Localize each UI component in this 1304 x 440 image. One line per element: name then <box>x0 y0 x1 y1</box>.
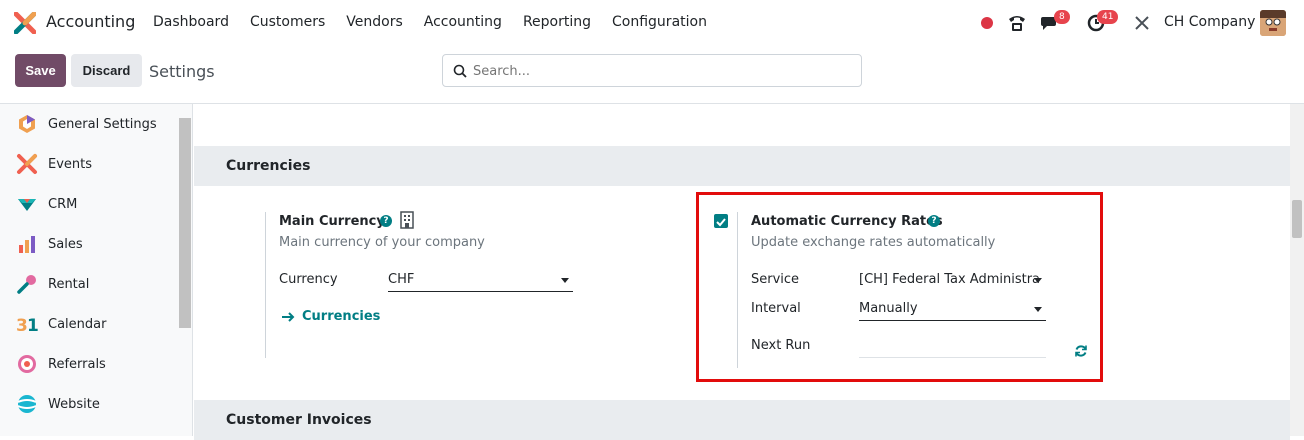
currency-label: Currency <box>279 272 338 287</box>
highlight-box <box>696 192 1103 382</box>
phone-icon[interactable] <box>1007 13 1027 33</box>
section-title: Customer Invoices <box>226 412 372 428</box>
customer-invoices-section-header: Customer Invoices <box>194 400 1290 440</box>
sidebar-item-label: CRM <box>48 196 78 212</box>
menu-dashboard[interactable]: Dashboard <box>153 14 229 30</box>
main-currency-title: Main Currency <box>279 214 385 229</box>
sidebar-item-label: Website <box>48 396 100 412</box>
discard-button[interactable]: Discard <box>71 54 142 87</box>
page-title: Settings <box>149 62 215 81</box>
svg-text:1: 1 <box>27 316 38 335</box>
messages-badge: 8 <box>1054 10 1070 24</box>
settings-search[interactable] <box>442 54 862 87</box>
sidebar-item-label: General Settings <box>48 116 157 132</box>
activities-badge: 41 <box>1097 10 1119 24</box>
company-switcher[interactable]: CH Company <box>1164 14 1255 30</box>
currencies-link-label: Currencies <box>302 309 381 324</box>
sidebar-item-label: Events <box>48 156 93 172</box>
sidebar-item-website[interactable]: Website <box>0 384 178 424</box>
menu-customers[interactable]: Customers <box>250 14 325 30</box>
sidebar-item-label: Sales <box>48 236 83 252</box>
sidebar-item-label: Rental <box>48 276 90 292</box>
app-name[interactable]: Accounting <box>46 12 135 31</box>
company-building-icon <box>400 211 414 229</box>
currencies-link[interactable]: Currencies <box>281 309 380 324</box>
main-menu: Dashboard Customers Vendors Accounting R… <box>153 14 728 30</box>
sidebar-item-events[interactable]: Events <box>0 144 178 184</box>
rental-icon <box>17 275 36 294</box>
avatar-face-icon <box>1260 10 1286 36</box>
sidebar-item-label: Referrals <box>48 356 106 372</box>
website-icon <box>17 395 37 413</box>
sidebar-item-sales[interactable]: Sales <box>0 224 178 264</box>
main-scrollbar[interactable] <box>1290 104 1304 436</box>
search-icon <box>453 64 467 78</box>
arrow-right-icon <box>282 311 295 322</box>
currencies-section-header: Currencies <box>194 146 1290 186</box>
currency-select[interactable]: CHF <box>388 272 573 292</box>
sidebar-item-rental[interactable]: Rental <box>0 264 178 304</box>
recording-status-icon[interactable] <box>981 17 993 29</box>
help-icon[interactable]: ? <box>380 215 392 227</box>
section-title: Currencies <box>226 158 311 174</box>
menu-configuration[interactable]: Configuration <box>612 14 707 30</box>
sidebar-item-referrals[interactable]: Referrals <box>0 344 178 384</box>
setting-divider <box>265 212 266 358</box>
crm-icon <box>18 199 36 211</box>
main-currency-description: Main currency of your company <box>279 235 485 250</box>
scrollbar-thumb[interactable] <box>1292 200 1302 238</box>
sidebar-item-general-settings[interactable]: General Settings <box>0 104 178 144</box>
sidebar-item-crm[interactable]: CRM <box>0 184 178 224</box>
menu-vendors[interactable]: Vendors <box>346 14 402 30</box>
accounting-app-icon[interactable] <box>14 12 36 34</box>
control-panel: Save Discard Settings <box>0 46 1304 104</box>
sidebar-scrollbar[interactable] <box>179 118 191 328</box>
referrals-icon <box>18 355 36 373</box>
events-icon <box>17 154 37 174</box>
user-avatar[interactable] <box>1260 10 1286 36</box>
calendar-icon: 3 1 <box>16 316 38 335</box>
sidebar-item-calendar[interactable]: 3 1 Calendar <box>0 304 178 344</box>
chevron-down-icon <box>561 278 569 283</box>
general-settings-icon <box>19 115 35 133</box>
sidebar-item-label: Calendar <box>48 316 107 332</box>
sales-icon <box>19 236 35 253</box>
menu-accounting[interactable]: Accounting <box>424 14 502 30</box>
debug-tools-icon[interactable] <box>1134 15 1150 31</box>
currency-value: CHF <box>388 272 415 287</box>
menu-reporting[interactable]: Reporting <box>523 14 591 30</box>
search-input[interactable] <box>473 61 853 81</box>
top-navbar: Accounting Dashboard Customers Vendors A… <box>0 0 1304 46</box>
settings-sidebar: General Settings Events CRM Sales Rental <box>0 104 193 436</box>
save-button[interactable]: Save <box>15 54 66 87</box>
